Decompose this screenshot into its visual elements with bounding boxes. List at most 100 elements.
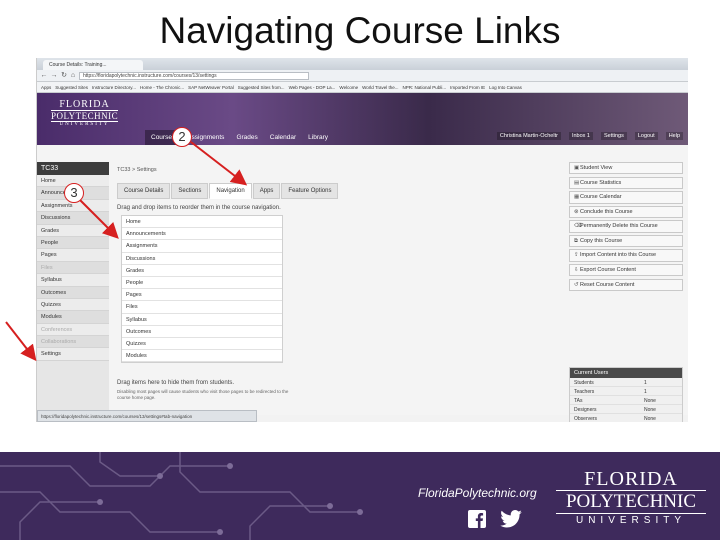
tab-apps[interactable]: Apps	[252, 183, 281, 199]
sidebar-item-quizzes[interactable]: Quizzes	[37, 298, 109, 312]
list-item[interactable]: Pages	[122, 289, 282, 302]
course-statistics-button[interactable]: ▤Course Statistics	[569, 176, 683, 189]
sidebar-item-grades[interactable]: Grades	[37, 224, 109, 237]
sidebar-item-modules[interactable]: Modules	[37, 311, 109, 324]
conclude-course-button[interactable]: ⊗Conclude this Course	[569, 205, 683, 219]
list-item[interactable]: Modules	[122, 350, 282, 363]
global-nav-library[interactable]: Library	[302, 130, 334, 146]
list-item[interactable]: Outcomes	[122, 326, 282, 338]
callout-3: 3	[64, 183, 84, 203]
export-content-button[interactable]: ⇩Export Course Content	[569, 264, 683, 277]
student-view-button[interactable]: ▣Student View	[569, 162, 683, 175]
bookmark[interactable]: Home - The Chronic...	[140, 85, 184, 90]
role-label[interactable]: Observers	[574, 416, 644, 422]
bookmark[interactable]: Apps	[41, 85, 51, 90]
current-users-panel: Current Users Students 1 Teachers 1 TAs Non…	[569, 367, 683, 422]
home-icon[interactable]: ⌂	[69, 72, 77, 80]
reload-icon[interactable]: ↻	[60, 72, 68, 80]
bookmark[interactable]: Web Pages - DOP La...	[289, 85, 336, 90]
settings-link[interactable]: Settings	[600, 132, 627, 140]
browser-tab-bar: Course Details: Training...	[37, 58, 688, 70]
tab-course-details[interactable]: Course Details	[117, 183, 171, 199]
button-label: Student View	[580, 165, 613, 171]
tab-sections[interactable]: Sections	[171, 183, 209, 199]
delete-course-button[interactable]: ⌫Permanently Delete this Course	[569, 220, 683, 233]
sidenav-course-title[interactable]: TC33	[37, 162, 109, 175]
button-label: Course Statistics	[580, 179, 622, 186]
reset-content-button[interactable]: ↺Reset Course Content	[569, 278, 683, 292]
sidebar-item-syllabus[interactable]: Syllabus	[37, 274, 109, 287]
url-input[interactable]: https://floridapolytechnic.instructure.c…	[79, 72, 309, 80]
bookmark[interactable]: SAP NetWeaver Portal	[188, 85, 234, 90]
sidebar-item-pages[interactable]: Pages	[37, 249, 109, 262]
logout-link[interactable]: Logout	[634, 132, 658, 140]
list-item[interactable]: Quizzes	[122, 338, 282, 351]
role-label[interactable]: Designers	[574, 407, 644, 413]
import-content-button[interactable]: ⇪Import Content into this Course	[569, 249, 683, 262]
global-nav-calendar[interactable]: Calendar	[264, 130, 302, 146]
current-users-title: Current Users	[570, 368, 682, 378]
sidebar-item-settings[interactable]: Settings	[37, 348, 109, 361]
sidebar-item-people[interactable]: People	[37, 236, 109, 250]
list-item[interactable]: Home	[122, 216, 282, 229]
list-item[interactable]: Grades	[122, 265, 282, 277]
button-label: Reset Course Content	[580, 281, 635, 288]
button-label: Conclude this Course	[580, 208, 633, 215]
course-calendar-button[interactable]: ▦Course Calendar	[569, 191, 683, 204]
role-label[interactable]: Teachers	[574, 389, 644, 395]
breadcrumb[interactable]: TC33 > Settings	[117, 167, 157, 173]
canvas-header: FLORIDA POLYTECHNIC UNIVERSITY Christina…	[37, 93, 688, 145]
sidebar-item-discussions[interactable]: Discussions	[37, 212, 109, 225]
header-logo[interactable]: FLORIDA POLYTECHNIC UNIVERSITY	[51, 99, 119, 127]
course-link-list: Home Announcements Assignments Discussio…	[121, 215, 283, 364]
bookmark[interactable]: Suggested Sites from...	[238, 85, 285, 90]
sidebar-item-outcomes[interactable]: Outcomes	[37, 286, 109, 299]
course-actions: ▣Student View ▤Course Statistics ▦Course…	[569, 162, 683, 293]
table-row: Students 1	[570, 378, 682, 387]
list-item[interactable]: Discussions	[122, 253, 282, 265]
callout-2: 2	[172, 127, 192, 147]
list-item[interactable]: Files	[122, 301, 282, 314]
twitter-icon[interactable]	[500, 510, 522, 528]
slide-footer: FloridaPolytechnic.org FLORIDA POLYTECHN…	[0, 452, 720, 540]
forward-icon[interactable]: →	[50, 72, 58, 80]
button-label: Course Calendar	[580, 194, 622, 201]
browser-tab[interactable]: Course Details: Training...	[43, 60, 143, 70]
sidebar-item-conferences[interactable]: Conferences	[37, 323, 109, 337]
bookmark[interactable]: Imported From IE	[450, 85, 485, 90]
slide-title: Navigating Course Links	[159, 10, 561, 51]
tab-navigation[interactable]: Navigation	[209, 183, 252, 199]
bookmark[interactable]: Instructure Directory...	[92, 85, 136, 90]
logo-line-2: POLYTECHNIC	[51, 110, 119, 122]
logo-line-1: FLORIDA	[59, 99, 110, 110]
bookmark[interactable]: NPR: National Publi...	[403, 85, 447, 90]
copy-course-button[interactable]: ⧉ Copy this Course	[569, 234, 683, 248]
browser-status-bar: https://floridapolytechnic.instructure.c…	[37, 410, 257, 422]
back-icon[interactable]: ←	[40, 72, 48, 80]
help-link[interactable]: Help	[665, 132, 683, 140]
bookmark[interactable]: World Travel the...	[362, 85, 398, 90]
footer-logo-line-3: UNIVERSITY	[575, 515, 686, 526]
facebook-icon[interactable]	[468, 510, 486, 528]
list-item[interactable]: Assignments	[122, 240, 282, 253]
inbox-link[interactable]: Inbox 1	[568, 132, 593, 140]
footer-url[interactable]: FloridaPolytechnic.org	[418, 486, 537, 500]
list-item[interactable]: People	[122, 277, 282, 290]
role-label[interactable]: TAs	[574, 398, 644, 404]
user-name-link[interactable]: Christina Martin-Ocheltr	[496, 132, 561, 140]
sidebar-item-collaborations[interactable]: Collaborations	[37, 336, 109, 349]
table-row: Observers None	[570, 414, 682, 422]
tab-feature-options[interactable]: Feature Options	[281, 183, 339, 199]
list-item[interactable]: Syllabus	[122, 314, 282, 326]
course-body: TC33 Home Announcements Assignments Disc…	[37, 145, 688, 422]
table-row: Designers None	[570, 405, 682, 414]
bookmark[interactable]: Suggested Sites	[55, 85, 88, 90]
role-label[interactable]: Students	[574, 380, 644, 386]
bookmark[interactable]: Log Into Canvas	[489, 85, 522, 90]
footer-logo: FLORIDA POLYTECHNIC UNIVERSITY	[556, 468, 706, 528]
sidebar-item-files[interactable]: Files	[37, 261, 109, 275]
hide-instruction: Drag items here to hide them from studen…	[117, 380, 235, 386]
list-item[interactable]: Announcements	[122, 228, 282, 241]
global-nav-grades[interactable]: Grades	[230, 130, 263, 146]
bookmark[interactable]: Welcome	[339, 85, 358, 90]
